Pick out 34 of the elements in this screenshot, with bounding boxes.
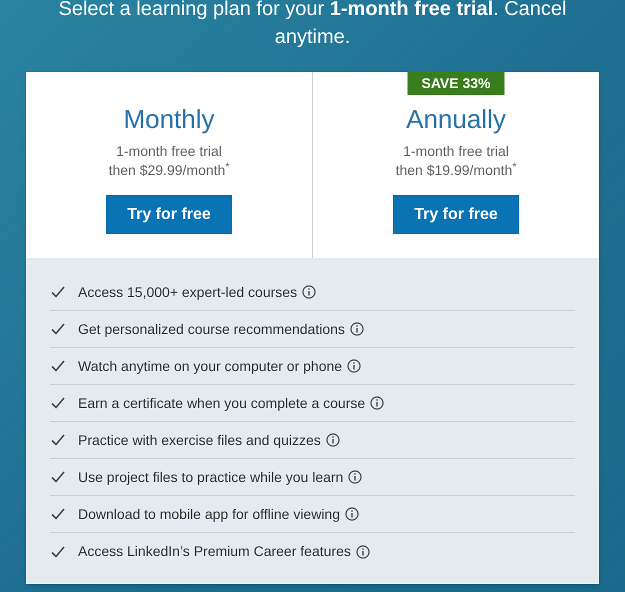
check-icon bbox=[51, 471, 65, 483]
feature-text: Watch anytime on your computer or phone bbox=[78, 356, 342, 376]
info-icon[interactable] bbox=[302, 285, 316, 299]
feature-text: Access LinkedIn’s Premium Career features bbox=[78, 542, 351, 561]
feature-text: Get personalized course recommendations bbox=[78, 320, 345, 339]
feature-text: Access 15,000+ expert-led courses bbox=[78, 282, 298, 302]
price-text: then $19.99/month$^{*}$ bbox=[396, 161, 516, 180]
info-icon[interactable] bbox=[347, 359, 362, 373]
check-icon bbox=[51, 397, 65, 409]
feature-text: Practice with exercise files and quizzes bbox=[78, 430, 321, 450]
info-icon[interactable] bbox=[370, 396, 384, 410]
price-text: then $29.99/month$^{*}$ bbox=[108, 161, 230, 180]
info-icon[interactable] bbox=[356, 544, 370, 558]
check-icon bbox=[51, 508, 65, 520]
heading: Select a learning plan for your 1-month free trial. Cancel anytime. bbox=[57, 0, 568, 50]
plan-name: Monthly bbox=[123, 103, 215, 136]
try-for-free-button[interactable]: Try for free bbox=[393, 195, 519, 234]
feature-text: Use project files to practice while you learn bbox=[78, 468, 344, 487]
check-icon bbox=[51, 323, 65, 335]
feature-text: Earn a certificate when you complete a course bbox=[78, 394, 366, 413]
try-for-free-button[interactable]: Try for free bbox=[106, 195, 232, 234]
info-icon[interactable] bbox=[350, 322, 364, 336]
info-icon[interactable] bbox=[326, 433, 340, 447]
trial-text: 1-month free trial bbox=[403, 142, 509, 161]
trial-text: 1-month free trial bbox=[116, 142, 222, 161]
check-icon bbox=[51, 546, 65, 558]
check-icon bbox=[51, 286, 65, 298]
info-icon[interactable] bbox=[348, 470, 362, 484]
check-icon bbox=[51, 434, 65, 446]
feature-text: Download to mobile app for offline viewing bbox=[78, 504, 340, 524]
info-icon[interactable] bbox=[345, 507, 360, 521]
check-icon bbox=[51, 360, 65, 372]
discount-badge: SAVE 33% bbox=[408, 72, 504, 95]
plan-name: Annually bbox=[406, 103, 506, 136]
